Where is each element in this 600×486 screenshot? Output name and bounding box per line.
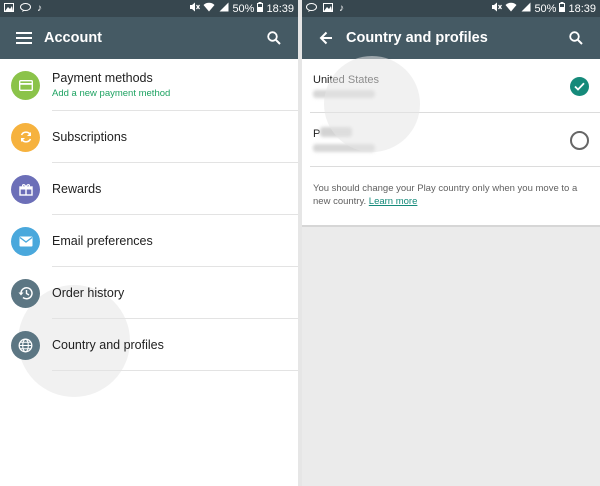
chat-notification-icon: [306, 2, 317, 15]
account-toolbar: Account: [0, 17, 298, 59]
account-screen: ♪ 50% 18:39 Account Payment methods Add …: [0, 0, 298, 486]
gift-icon: [11, 174, 40, 204]
menu-item-country-and-profiles[interactable]: Country and profiles: [0, 319, 298, 371]
music-note-icon: ♪: [339, 2, 344, 14]
account-menu-list: Payment methods Add a new payment method…: [0, 59, 298, 371]
menu-icon[interactable]: [12, 26, 36, 50]
menu-item-label: Payment methods: [52, 71, 153, 85]
status-time: 18:39: [266, 2, 294, 15]
checked-radio-icon[interactable]: [570, 77, 589, 96]
status-time: 18:39: [568, 2, 596, 15]
menu-item-label: Order history: [52, 286, 125, 300]
learn-more-link[interactable]: Learn more: [369, 196, 418, 207]
history-icon: [11, 278, 40, 308]
chat-notification-icon: [20, 2, 31, 15]
credit-card-icon: [11, 70, 40, 100]
menu-item-label: Country and profiles: [52, 338, 164, 352]
sync-icon: [11, 122, 40, 152]
status-bar: ♪ 50% 18:39: [0, 0, 298, 17]
menu-item-subscriptions[interactable]: Subscriptions: [0, 111, 298, 163]
profile-item-united-states[interactable]: United States: [302, 59, 600, 112]
signal-icon: [520, 2, 531, 15]
mute-icon: [189, 2, 201, 15]
divider: [52, 370, 298, 371]
unchecked-radio-icon[interactable]: [570, 131, 589, 150]
battery-icon: [257, 2, 264, 15]
search-icon[interactable]: [564, 26, 588, 50]
signal-icon: [218, 2, 229, 15]
add-payment-method-link[interactable]: Add a new payment method: [52, 88, 298, 99]
country-change-note: You should change your Play country only…: [302, 167, 600, 225]
battery-percent: 50%: [534, 2, 557, 15]
country-and-profiles-screen: ♪ 50% 18:39 Country and profiles United …: [302, 0, 600, 486]
wifi-icon: [203, 2, 215, 15]
email-icon: [11, 226, 40, 256]
music-note-icon: ♪: [37, 2, 42, 14]
gallery-notification-icon: [323, 2, 333, 15]
blurred-country-name: [320, 127, 352, 137]
mute-icon: [491, 2, 503, 15]
menu-item-label: Rewards: [52, 182, 102, 196]
blurred-account-info: [313, 90, 375, 98]
menu-item-order-history[interactable]: Order history: [0, 267, 298, 319]
battery-percent: 50%: [232, 2, 255, 15]
globe-icon: [11, 330, 40, 360]
search-icon[interactable]: [262, 26, 286, 50]
battery-icon: [559, 2, 566, 15]
page-title: Account: [44, 30, 102, 46]
profiles-list: United States P You should change your P…: [302, 59, 600, 225]
back-arrow-icon[interactable]: [314, 26, 338, 50]
menu-item-label: Subscriptions: [52, 130, 128, 144]
wifi-icon: [505, 2, 517, 15]
profile-item-second[interactable]: P: [302, 113, 600, 166]
page-title: Country and profiles: [346, 30, 488, 46]
card-shadow: [302, 224, 600, 227]
menu-item-rewards[interactable]: Rewards: [0, 163, 298, 215]
status-bar: ♪ 50% 18:39: [302, 0, 600, 17]
note-text: You should change your Play country only…: [313, 183, 578, 207]
blurred-account-info: [313, 144, 375, 152]
profile-country-name: United States: [313, 74, 380, 86]
menu-item-email-preferences[interactable]: Email preferences: [0, 215, 298, 267]
menu-item-label: Email preferences: [52, 234, 153, 248]
country-toolbar: Country and profiles: [302, 17, 600, 59]
menu-item-payment-methods[interactable]: Payment methods Add a new payment method: [0, 59, 298, 111]
gallery-notification-icon: [4, 2, 14, 15]
